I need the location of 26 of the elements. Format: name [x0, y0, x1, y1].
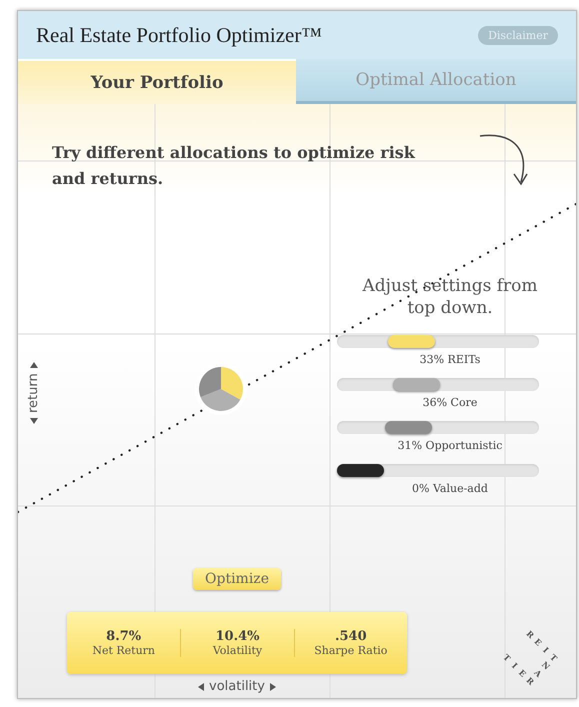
hint-text: Adjust settings from top down. — [361, 275, 538, 320]
slider-track[interactable] — [337, 464, 539, 478]
slider-thumb[interactable] — [385, 421, 432, 434]
slider-thumb[interactable] — [388, 335, 436, 348]
slider-track[interactable] — [337, 378, 539, 392]
stat-label: Sharpe Ratio — [314, 644, 388, 657]
stat-value: 8.7% — [106, 629, 142, 644]
logo: R E I T N A R E I T — [500, 627, 560, 689]
stat-value: .540 — [334, 629, 367, 644]
slider-thumb[interactable] — [392, 378, 440, 392]
slider-track[interactable] — [337, 335, 539, 348]
volatility-axis-label: volatility — [209, 679, 265, 694]
instruction-text: Try different allocations to optimize risk and returns. — [52, 142, 416, 190]
stat-label: Net Return — [92, 644, 156, 657]
return-axis-label: return — [26, 373, 41, 413]
tab[interactable]: Your Portfolio — [18, 59, 296, 104]
slider-label: 0% Value-add — [412, 482, 488, 496]
stat-label: Volatility — [212, 644, 262, 657]
window-title: Real Estate Portfolio Optimizer™ — [36, 22, 322, 48]
slider-track[interactable] — [337, 421, 539, 434]
slider-label: 33% REITs — [420, 353, 480, 366]
slider-label: 36% Core — [422, 396, 478, 410]
slider-label: 31% Opportunistic — [398, 439, 502, 452]
slider-thumb[interactable] — [337, 464, 384, 478]
optimize-button[interactable]: Optimize — [193, 568, 281, 590]
stat-value: 10.4% — [215, 629, 260, 644]
